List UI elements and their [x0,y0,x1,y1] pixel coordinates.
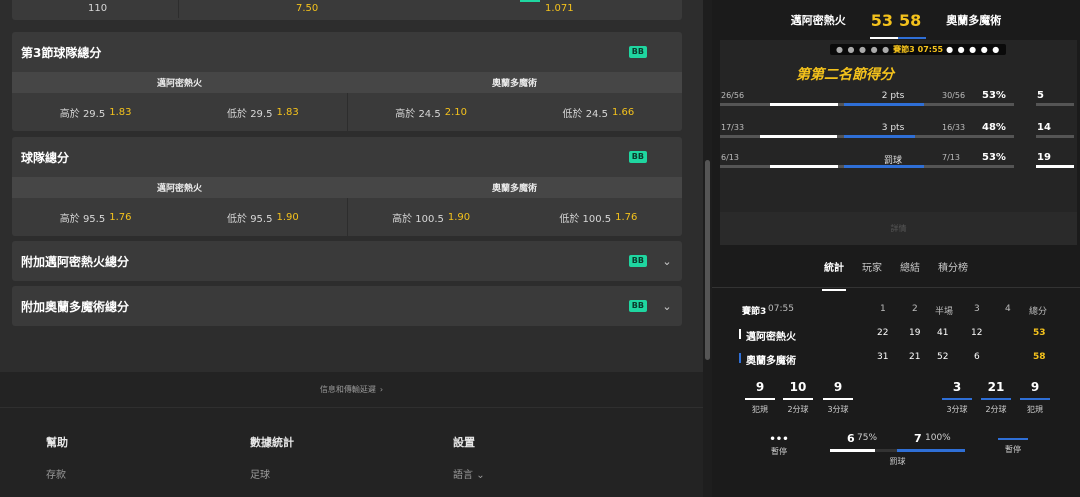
viz-details-area[interactable]: 詳情 [720,212,1077,245]
game-clock: ● ● ● ● ● 賽節3 07:55 ● ● ● ● ● [830,44,1007,55]
footer-heading: 幫助 [46,436,68,449]
market-heat-extra-total: 附加邁阿密熱火總分 BB ⌄ [12,241,682,281]
top-row-price[interactable]: 7.50 [296,3,318,14]
footer-column: 數據統計 足球 [250,434,294,481]
language-selector[interactable]: 語言 ⌄ [453,466,485,481]
market-magic-extra-total: 附加奧蘭多魔術總分 BB ⌄ [12,286,682,326]
scrollbar-thumb[interactable] [705,160,710,360]
market-header[interactable]: 第3節球隊總分 BB [12,32,682,72]
footer-heading: 數據統計 [250,436,294,449]
odds-button[interactable]: 低於 29.5 1.83 [179,93,346,131]
shooting-stat-row: 6/13 罰球 7/13 53% 19 [720,150,1077,180]
table-row: 奧蘭多魔術 31 21 52 6 58 [739,352,1062,367]
market-header[interactable]: 球隊總分 BB [12,137,682,177]
market-title: 第3節球隊總分 [21,45,102,60]
home-3pt: 9 3分球 [823,380,853,415]
home-ft-bar [830,449,875,452]
away-3pt: 3 3分球 [942,380,972,415]
free-throw-summary: 6 75% 7 100% 罰球 [830,432,965,466]
team-name: 奧蘭多魔術 [491,79,537,89]
footer-heading: 設置 [453,436,475,449]
chevron-down-icon[interactable]: ⌄ [661,300,673,313]
away-ft-bar [897,449,965,452]
away-team-name: 奧蘭多魔術 [946,14,1002,27]
odds-button[interactable]: 高於 95.5 1.76 [12,198,179,236]
away-bar [844,135,915,138]
footer-column: 幫助 存款 [46,434,68,481]
odds-button[interactable]: 高於 100.5 1.90 [348,198,515,236]
home-2pt: 10 2分球 [783,380,813,415]
odds-button[interactable]: 高於 29.5 1.83 [12,93,179,131]
market-title: 附加邁阿密熱火總分 [21,254,130,269]
table-row: 邁阿密熱火 22 19 41 12 53 [739,328,1062,343]
tab-stats[interactable]: 統計 [822,255,846,291]
team-header-row: 邁阿密熱火 奧蘭多魔術 [12,72,682,93]
bet-builder-badge: BB [628,151,647,163]
top-row-price[interactable]: 1.071 [545,3,574,14]
market-header[interactable]: 附加邁阿密熱火總分 BB ⌄ [12,241,682,281]
market-q3-team-total: 第3節球隊總分 BB 邁阿密熱火 奧蘭多魔術 高於 29.5 1.83 低於 29… [12,32,682,131]
away-timeouts: 暫停 [998,436,1028,455]
shooting-stat-row: 17/33 3 pts 16/33 48% 14 [720,120,1077,150]
tab-players[interactable]: 玩家 [860,255,884,285]
footer-link[interactable]: 足球 [250,466,294,481]
team-name: 奧蘭多魔術 [491,184,537,194]
quarter-title: 第第二名節得分 [796,67,894,83]
market-header[interactable]: 附加奧蘭多魔術總分 BB ⌄ [12,286,682,326]
away-2pt: 21 2分球 [981,380,1011,415]
home-team-name: 邁阿密熱火 [790,14,846,27]
tab-standings[interactable]: 積分榜 [936,255,970,285]
timeout-dots: ••• [769,434,789,445]
market-title: 球隊總分 [21,150,70,165]
odds-button[interactable]: 低於 24.5 1.66 [515,93,682,131]
bet-builder-badge: BB [628,300,647,312]
previous-market-row: 110 7.50 1.071 [12,0,682,20]
away-score: 58 [899,10,922,30]
footer-link[interactable]: 存款 [46,466,68,481]
home-score: 53 [870,10,893,30]
match-tracker-panel: 邁阿密熱火 53 58 奧蘭多魔術 ● ● ● ● ● 賽節3 07:55 ● … [712,0,1080,497]
shooting-stat-row: 26/56 2 pts 30/56 53% 5 [720,88,1077,118]
top-row-value: 110 [88,3,108,14]
quarter-score-table: 賽節3 07:55 1 2 半場 3 4 總分 邁阿密熱火 22 19 41 1… [739,304,1062,376]
table-header-row: 賽節3 07:55 1 2 半場 3 4 總分 [742,304,1048,317]
home-bar [770,103,838,106]
market-team-total: 球隊總分 BB 邁阿密熱火 奧蘭多魔術 高於 95.5 1.76 低於 95.5 1… [12,137,682,236]
delay-notice[interactable]: 信息和傳輸延遲 › [0,372,703,408]
home-fouls: 9 犯規 [745,380,775,415]
chevron-down-icon: › [379,385,384,394]
tab-summary[interactable]: 總結 [898,255,922,285]
odds-button[interactable]: 低於 95.5 1.90 [179,198,346,236]
team-header-row: 邁阿密熱火 奧蘭多魔術 [12,177,682,198]
home-timeouts: ••• 暫停 [764,434,794,457]
bet-builder-badge: BB [628,255,647,267]
odds-row: 高於 95.5 1.76 低於 95.5 1.90 高於 100.5 1.90 低於 … [12,198,682,236]
markets-panel: 110 7.50 1.071 第3節球隊總分 BB 邁阿密熱火 奧蘭多魔術 高於… [0,0,703,497]
home-bar [770,165,838,168]
team-name: 邁阿密熱火 [156,79,202,89]
chevron-down-icon[interactable]: ⌄ [661,255,673,268]
live-visualization: ● ● ● ● ● 賽節3 07:55 ● ● ● ● ● 第第二名節得分 26… [720,40,1077,245]
chevron-down-icon: ⌄ [476,470,485,481]
bet-builder-badge: BB [628,46,647,58]
scoreboard: 邁阿密熱火 53 58 奧蘭多魔術 [712,0,1080,40]
away-bar [844,103,924,106]
footer-column: 設置 語言 ⌄ [453,434,485,481]
home-bar [760,135,837,138]
stats-tabs: 統計 玩家 總結 積分榜 [712,255,1080,291]
odds-button[interactable]: 低於 100.5 1.76 [515,198,682,236]
market-title: 附加奧蘭多魔術總分 [21,299,130,314]
odds-row: 高於 29.5 1.83 低於 29.5 1.83 高於 24.5 2.10 低於 2… [12,93,682,131]
footer: 信息和傳輸延遲 › 幫助 存款 數據統計 足球 設置 語言 ⌄ [0,372,703,497]
scrollbar[interactable] [703,0,712,497]
away-bar [844,165,924,168]
team-name: 邁阿密熱火 [156,184,202,194]
away-fouls: 9 犯規 [1020,380,1050,415]
odds-button[interactable]: 高於 24.5 2.10 [348,93,515,131]
